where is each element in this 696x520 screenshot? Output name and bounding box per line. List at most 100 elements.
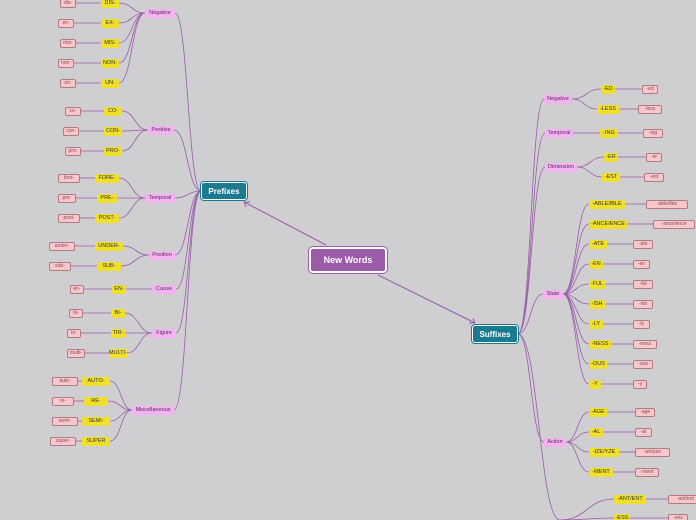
suffix-example-ance-ence[interactable]: -ance/ence	[653, 219, 695, 229]
prefix-example-fore[interactable]: fore-	[58, 173, 80, 183]
suffix-example-able-ible[interactable]: -able/ible	[646, 199, 688, 209]
suffix-key-y[interactable]: -Y	[589, 379, 601, 389]
suffix-key-ate[interactable]: -ATE	[589, 239, 607, 249]
prefix-example-tri[interactable]: tri-	[67, 328, 81, 338]
suffix-example-al[interactable]: -al	[635, 427, 652, 437]
suffixes-node[interactable]: Suffixes	[472, 325, 518, 343]
prefix-key-semi[interactable]: SEMI-	[82, 416, 110, 426]
suffix-key-able-ible[interactable]: -ABLE/IBLE	[589, 199, 625, 209]
prefix-example-re[interactable]: re-	[52, 396, 74, 406]
prefix-category-negative[interactable]: Negative	[145, 8, 175, 18]
suffix-example-ess[interactable]: -ess	[668, 513, 689, 520]
prefix-category-positive[interactable]: Positive	[148, 125, 174, 135]
suffix-key-ly[interactable]: -LY	[589, 319, 603, 329]
suffix-example-ate[interactable]: -ate	[633, 239, 654, 249]
suffix-key-ment[interactable]: -MENT	[589, 467, 613, 477]
prefix-example-dis[interactable]: dis-	[60, 0, 76, 8]
prefix-example-ex[interactable]: ex-	[58, 18, 74, 28]
prefix-example-mis[interactable]: mis-	[60, 38, 76, 48]
prefix-example-en[interactable]: en-	[70, 284, 84, 294]
prefix-example-pre[interactable]: pre-	[58, 193, 76, 203]
prefix-key-auto[interactable]: AUTO-	[82, 376, 110, 386]
prefix-key-bi[interactable]: BI-	[111, 308, 125, 318]
prefix-category-figure[interactable]: Figure	[152, 328, 176, 338]
prefix-category-miscellaneous[interactable]: Miscellaneous	[132, 405, 174, 415]
prefix-key-ex[interactable]: EX-	[101, 18, 119, 28]
prefix-key-mis[interactable]: MIS-	[101, 38, 119, 48]
root-node[interactable]: New Words	[309, 247, 387, 273]
prefix-key-en[interactable]: EN-	[112, 284, 126, 294]
prefixes-node[interactable]: Prefixes	[201, 182, 247, 200]
prefix-key-pre[interactable]: PRE-	[97, 193, 117, 203]
suffix-example-y[interactable]: -y	[633, 379, 647, 389]
suffix-example-ize-yze[interactable]: -ize/yze	[635, 447, 670, 457]
suffix-example-ed[interactable]: -ed	[641, 84, 659, 94]
prefix-example-sub[interactable]: sub-	[49, 261, 71, 271]
suffix-example-er[interactable]: -er	[645, 152, 663, 162]
prefix-key-tri[interactable]: TRI-	[111, 328, 125, 338]
prefix-example-semi[interactable]: semi-	[52, 416, 78, 426]
suffix-example-ment[interactable]: -ment	[635, 467, 659, 477]
prefix-key-co[interactable]: CO-	[104, 106, 122, 116]
suffix-category-dimension[interactable]: Dimension	[545, 162, 577, 172]
prefix-key-dis[interactable]: DIS-	[101, 0, 119, 8]
prefix-key-sub[interactable]: SUB-	[97, 261, 121, 271]
prefix-key-post[interactable]: POST-	[95, 213, 119, 223]
prefix-key-un[interactable]: UN-	[101, 78, 119, 88]
suffix-example-ness[interactable]: -ness	[633, 339, 657, 349]
prefix-example-super[interactable]: super-	[50, 436, 76, 446]
suffix-example-ly[interactable]: -ly	[633, 319, 650, 329]
suffix-key-ed[interactable]: -ED	[601, 84, 615, 94]
prefix-example-non[interactable]: non-	[58, 58, 74, 68]
prefix-key-under[interactable]: UNDER-	[95, 241, 123, 251]
prefix-key-fore[interactable]: FORE-	[95, 173, 119, 183]
prefix-key-pro[interactable]: PRO-	[104, 146, 122, 156]
suffix-key-ance-ence[interactable]: -ANCE/ENCE	[589, 219, 627, 229]
suffix-key-age[interactable]: -AGE	[589, 407, 607, 417]
suffix-key-ness[interactable]: -NESS	[589, 339, 611, 349]
suffix-key-ful[interactable]: -FUL	[589, 279, 605, 289]
suffix-example-less[interactable]: -less	[638, 104, 662, 114]
prefix-category-cause[interactable]: Cause	[152, 284, 176, 294]
suffix-key-ing[interactable]: -ING	[600, 128, 618, 138]
suffix-key-ize-yze[interactable]: -IZE/YZE	[589, 447, 619, 457]
prefix-example-multi[interactable]: multi-	[67, 348, 85, 358]
suffix-example-ish[interactable]: -ish	[633, 299, 654, 309]
suffix-key-al[interactable]: -AL	[589, 427, 603, 437]
prefix-example-auto[interactable]: auto-	[52, 376, 78, 386]
suffix-example-age[interactable]: -age	[635, 407, 656, 417]
suffix-example-ant-ent[interactable]: -ant/ent	[668, 494, 696, 504]
suffix-category-negative[interactable]: Negative	[544, 94, 572, 104]
prefix-example-pro[interactable]: pro-	[65, 146, 81, 156]
prefix-category-temporal[interactable]: Temporal	[145, 193, 175, 203]
prefix-key-multi[interactable]: MULTI-	[109, 348, 127, 358]
prefix-example-bi[interactable]: bi-	[69, 308, 83, 318]
suffix-example-est[interactable]: -est	[643, 172, 665, 182]
prefix-example-con[interactable]: con-	[63, 126, 79, 136]
suffix-example-ful[interactable]: -ful	[633, 279, 654, 289]
suffix-key-en[interactable]: -EN	[589, 259, 603, 269]
prefix-category-position[interactable]: Position	[149, 250, 175, 260]
suffix-key-ess[interactable]: -ESS	[614, 513, 630, 520]
suffix-key-less[interactable]: -LESS	[597, 104, 619, 114]
prefix-example-un[interactable]: un-	[60, 78, 76, 88]
link-suffix-key-est	[576, 166, 603, 178]
suffix-category-temporal[interactable]: Temporal	[545, 128, 573, 138]
prefix-example-co[interactable]: co-	[65, 106, 81, 116]
suffix-category-action[interactable]: Action	[544, 437, 566, 447]
suffix-key-er[interactable]: -ER	[604, 152, 618, 162]
prefix-key-super[interactable]: SUPER	[82, 436, 110, 446]
suffix-key-ish[interactable]: -ISH	[589, 299, 605, 309]
suffix-category-state[interactable]: State	[543, 289, 563, 299]
prefix-example-under[interactable]: under-	[49, 241, 75, 251]
suffix-example-en[interactable]: -en	[633, 259, 650, 269]
suffix-key-ant-ent[interactable]: -ANT/ENT	[614, 494, 646, 504]
suffix-key-est[interactable]: -EST	[602, 172, 620, 182]
prefix-key-non[interactable]: NON-	[101, 58, 119, 68]
prefix-key-con[interactable]: CON-	[104, 126, 122, 136]
suffix-key-ous[interactable]: -OUS	[589, 359, 607, 369]
prefix-example-post[interactable]: post-	[58, 213, 80, 223]
suffix-example-ous[interactable]: -ous	[633, 359, 654, 369]
prefix-key-re[interactable]: RE-	[84, 396, 108, 406]
suffix-example-ing[interactable]: -ing	[642, 128, 664, 138]
